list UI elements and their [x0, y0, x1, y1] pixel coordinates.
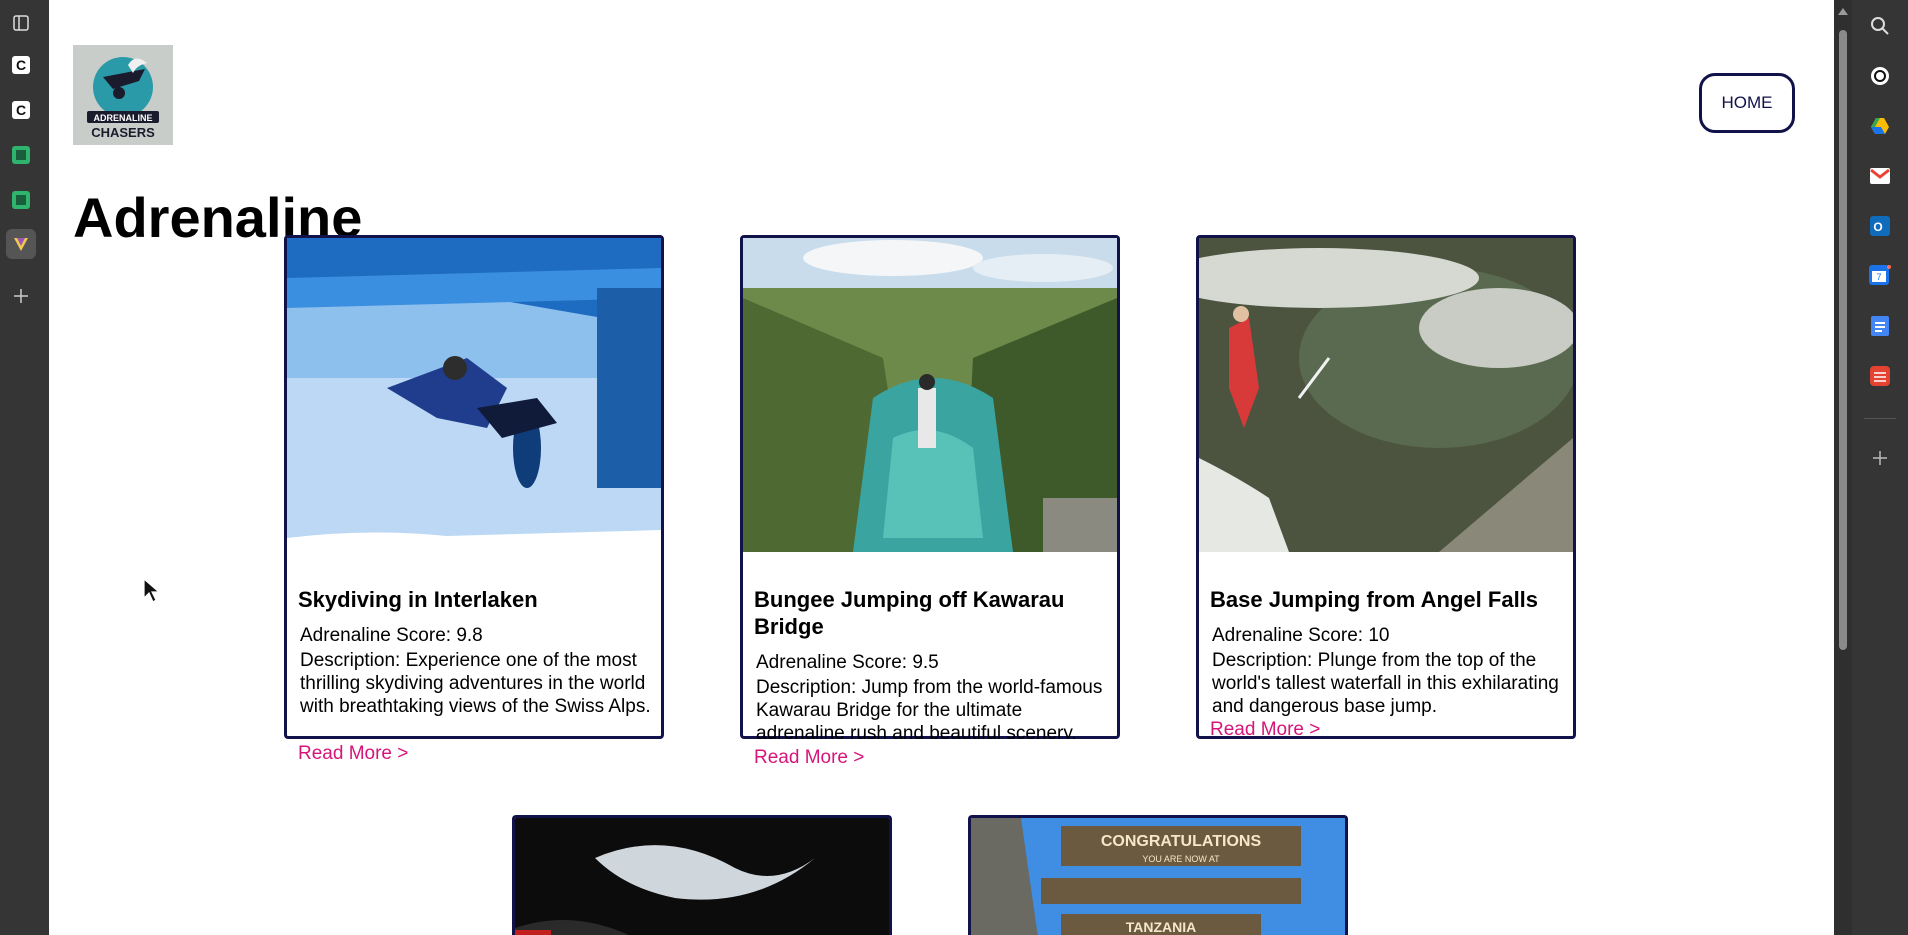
chatgpt-icon[interactable] — [1866, 62, 1894, 90]
card-title: Base Jumping from Angel Falls — [1210, 587, 1539, 612]
sidebar-divider — [1864, 418, 1896, 419]
home-button[interactable]: HOME — [1699, 73, 1795, 133]
arc-app-icon[interactable] — [6, 229, 36, 259]
plus-icon[interactable] — [6, 281, 36, 311]
card-image[interactable] — [287, 238, 661, 552]
browser-right-sidebar: O 7 — [1852, 0, 1908, 935]
activity-card — [512, 815, 892, 935]
read-more-link[interactable]: Read More > — [1210, 719, 1320, 741]
green-app-icon[interactable] — [6, 185, 36, 215]
sign-text-line2: YOU ARE NOW AT — [1142, 854, 1220, 864]
scroll-up-arrow-icon[interactable] — [1838, 8, 1848, 15]
c-app-icon[interactable]: C — [6, 50, 36, 80]
scrollbar-thumb[interactable] — [1839, 30, 1847, 650]
drive-icon[interactable] — [1866, 112, 1894, 140]
c-app-icon[interactable]: C — [6, 95, 36, 125]
search-icon[interactable] — [1866, 12, 1894, 40]
page-scrollbar[interactable] — [1834, 0, 1852, 935]
read-more-link[interactable]: Read More > — [754, 747, 864, 769]
logo-text-top: ADRENALINE — [93, 113, 152, 123]
card-body: Adrenaline Score: 10 Description: Plunge… — [1212, 624, 1572, 718]
logo-text-bottom: CHASERS — [91, 125, 155, 140]
svg-text:C: C — [16, 102, 26, 118]
activity-card: Bungee Jumping off Kawarau Bridge Adrena… — [740, 235, 1120, 739]
card-image[interactable] — [1199, 238, 1573, 552]
docs-icon[interactable] — [1866, 312, 1894, 340]
svg-text:O: O — [1873, 220, 1882, 234]
card-score: Adrenaline Score: 9.5 — [756, 652, 939, 673]
activity-card: Skydiving in Interlaken Adrenaline Score… — [284, 235, 664, 739]
card-description: Description: Experience one of the most … — [300, 650, 651, 717]
outlook-icon[interactable]: O — [1866, 212, 1894, 240]
calendar-icon[interactable]: 7 — [1866, 262, 1894, 290]
sidebar-toggle-icon[interactable] — [6, 8, 36, 38]
browser-left-sidebar: C C — [0, 0, 49, 935]
card-score: Adrenaline Score: 10 — [1212, 625, 1390, 646]
mouse-cursor-icon — [143, 578, 161, 603]
card-body: Adrenaline Score: 9.5 Description: Jump … — [756, 651, 1116, 739]
svg-text:C: C — [16, 57, 26, 73]
card-body: Adrenaline Score: 9.8 Description: Exper… — [300, 624, 660, 739]
green-app-icon[interactable] — [6, 140, 36, 170]
gmail-icon[interactable] — [1866, 162, 1894, 190]
activity-card: CONGRATULATIONS YOU ARE NOW AT TANZANIA — [968, 815, 1348, 935]
plus-icon[interactable] — [1866, 444, 1894, 472]
card-title: Skydiving in Interlaken — [298, 587, 538, 612]
read-more-link[interactable]: Read More > — [298, 743, 408, 765]
svg-text:7: 7 — [1876, 272, 1881, 282]
site-logo[interactable]: ADRENALINE CHASERS — [73, 45, 173, 145]
page-title: Adrenaline — [73, 186, 363, 238]
card-image[interactable] — [515, 818, 889, 935]
page-viewport: ADRENALINE CHASERS HOME Adrenaline Skydi… — [49, 0, 1834, 935]
card-description: Description: Jump from the world-famous … — [756, 677, 1103, 739]
card-description: Description: Plunge from the top of the … — [1212, 650, 1559, 717]
card-image[interactable] — [743, 238, 1117, 552]
sign-text-line1: CONGRATULATIONS — [1101, 833, 1262, 850]
card-score: Adrenaline Score: 9.8 — [300, 625, 483, 646]
activity-card: Base Jumping from Angel Falls Adrenaline… — [1196, 235, 1576, 739]
card-title: Bungee Jumping off Kawarau Bridge — [754, 587, 1065, 639]
card-image[interactable]: CONGRATULATIONS YOU ARE NOW AT TANZANIA — [971, 818, 1345, 935]
sign-text-line3: TANZANIA — [1126, 919, 1197, 935]
todoist-icon[interactable] — [1866, 362, 1894, 390]
